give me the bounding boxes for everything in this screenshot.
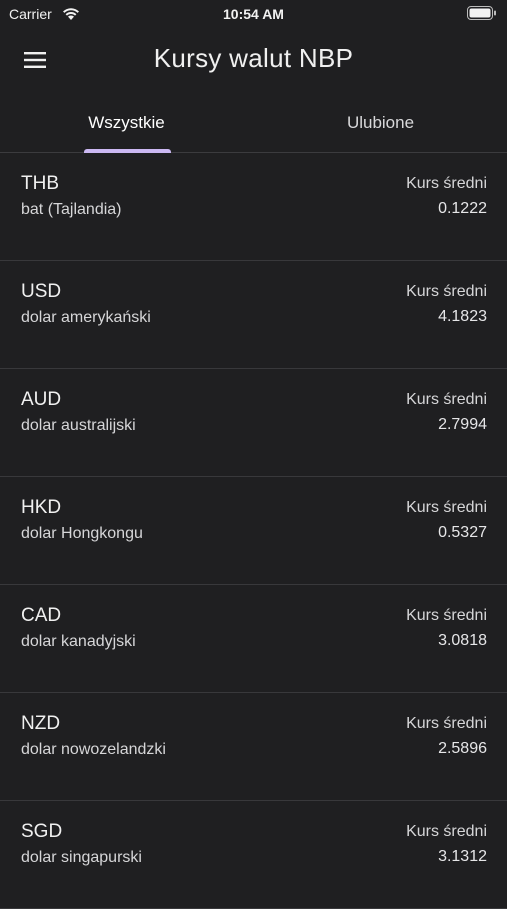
rate-type-label: Kurs średni — [406, 607, 487, 624]
rate-value: 0.5327 — [438, 524, 487, 541]
currency-code: AUD — [21, 389, 62, 410]
rate-list: THB bat (Tajlandia) Kurs średni 0.1222 U… — [0, 153, 507, 909]
tab-all[interactable]: Wszystkie — [0, 100, 253, 153]
currency-name: dolar Hongkongu — [21, 525, 143, 542]
rate-row-thb[interactable]: THB bat (Tajlandia) Kurs średni 0.1222 — [0, 153, 507, 261]
currency-name: dolar kanadyjski — [21, 633, 136, 650]
rate-value: 0.1222 — [438, 200, 487, 217]
currency-code: SGD — [21, 821, 63, 842]
tab-favorites[interactable]: Ulubione — [254, 100, 507, 152]
rate-value: 3.1312 — [438, 848, 487, 865]
rate-row-nzd[interactable]: NZD dolar nowozelandzki Kurs średni 2.58… — [0, 693, 507, 801]
status-time: 10:54 AM — [223, 6, 284, 22]
rate-value: 2.7994 — [438, 416, 487, 433]
tab-all-label: Wszystkie — [88, 113, 165, 132]
rate-type-label: Kurs średni — [406, 391, 487, 408]
currency-code: NZD — [21, 713, 61, 734]
rate-row-usd[interactable]: USD dolar amerykański Kurs średni 4.1823 — [0, 261, 507, 369]
battery-icon — [467, 6, 496, 20]
rate-type-label: Kurs średni — [406, 499, 487, 516]
app-bar: Kursy walut NBP — [0, 28, 507, 92]
rate-value: 4.1823 — [438, 308, 487, 325]
rate-row-cad[interactable]: CAD dolar kanadyjski Kurs średni 3.0818 — [0, 585, 507, 693]
rate-row-hkd[interactable]: HKD dolar Hongkongu Kurs średni 0.5327 — [0, 477, 507, 585]
currency-code: HKD — [21, 497, 62, 518]
rate-type-label: Kurs średni — [406, 283, 487, 300]
currency-code: THB — [21, 173, 59, 194]
rate-value: 2.5896 — [438, 740, 487, 757]
currency-name: dolar australijski — [21, 417, 136, 434]
currency-name: dolar nowozelandzki — [21, 741, 166, 758]
tab-bar: Wszystkie Ulubione — [0, 100, 507, 153]
rate-row-sgd[interactable]: SGD dolar singapurski Kurs średni 3.1312 — [0, 801, 507, 909]
rate-type-label: Kurs średni — [406, 823, 487, 840]
status-bar: Carrier 10:54 AM — [0, 0, 507, 28]
currency-name: dolar singapurski — [21, 849, 142, 866]
currency-code: CAD — [21, 605, 62, 626]
tab-favorites-label: Ulubione — [346, 113, 415, 132]
rate-type-label: Kurs średni — [406, 175, 487, 192]
rate-value: 3.0818 — [438, 632, 487, 649]
currency-name: dolar amerykański — [21, 309, 151, 326]
currency-code: USD — [21, 281, 62, 302]
currency-name: bat (Tajlandia) — [21, 201, 122, 218]
page-title: Kursy walut NBP — [153, 43, 354, 73]
rate-row-aud[interactable]: AUD dolar australijski Kurs średni 2.799… — [0, 369, 507, 477]
rate-type-label: Kurs średni — [406, 715, 487, 732]
